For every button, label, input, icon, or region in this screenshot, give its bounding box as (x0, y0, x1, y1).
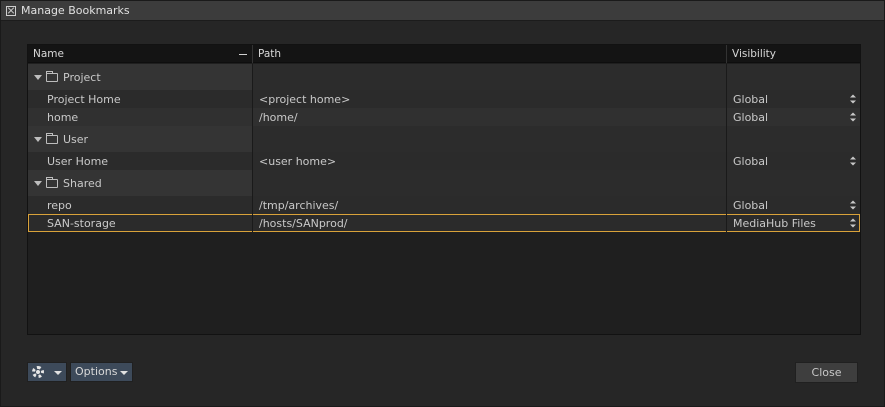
collapse-all-icon[interactable] (239, 54, 247, 55)
window-title: Manage Bookmarks (21, 4, 130, 17)
folder-icon (46, 132, 58, 144)
bookmark-path[interactable]: <user home> (253, 152, 727, 170)
group-label: Shared (63, 176, 102, 190)
expand-triangle-icon[interactable] (34, 74, 42, 80)
visibility-select[interactable]: Global (727, 108, 860, 126)
column-header-path[interactable]: Path (253, 45, 727, 63)
bookmark-row-user-home[interactable]: User Home <user home> Global (28, 152, 860, 170)
visibility-select[interactable]: Global (727, 196, 860, 214)
bookmark-path[interactable]: /hosts/SANprod/ (253, 214, 727, 232)
window-close-icon[interactable] (6, 5, 16, 16)
bookmark-row-project-home[interactable]: Project Home <project home> Global (28, 90, 860, 108)
bookmark-path[interactable]: <project home> (253, 90, 727, 108)
bookmark-path[interactable]: /tmp/archives/ (253, 196, 727, 214)
spinner-arrows-icon (850, 94, 856, 104)
settings-menu-button[interactable] (27, 362, 67, 382)
spinner-arrows-icon (850, 112, 856, 122)
close-button[interactable]: Close (795, 362, 858, 383)
column-header-name[interactable]: Name (28, 45, 253, 63)
visibility-select[interactable]: Global (727, 152, 860, 170)
bookmark-name: SAN-storage (28, 214, 253, 232)
group-label: User (63, 132, 89, 146)
spinner-arrows-icon (850, 200, 856, 210)
folder-icon (46, 176, 58, 188)
bookmark-name: home (28, 108, 253, 126)
bookmark-row-repo[interactable]: repo /tmp/archives/ Global (28, 196, 860, 214)
expand-triangle-icon[interactable] (34, 136, 42, 142)
options-menu-button[interactable]: Options (70, 362, 133, 382)
spinner-arrows-icon (850, 218, 856, 228)
group-label: Project (63, 70, 101, 84)
group-row-project[interactable]: Project (28, 64, 860, 90)
bookmark-name: Project Home (28, 90, 253, 108)
bookmark-name: User Home (28, 152, 253, 170)
expand-triangle-icon[interactable] (34, 180, 42, 186)
bookmark-path[interactable]: /home/ (253, 108, 727, 126)
chevron-down-icon (120, 371, 128, 375)
table-header: Name Path Visibility (28, 45, 860, 63)
bookmarks-table: Name Path Visibility Project Project Hom… (27, 44, 861, 335)
chevron-down-icon (54, 371, 62, 375)
column-header-visibility[interactable]: Visibility (727, 45, 860, 63)
group-row-shared[interactable]: Shared (28, 170, 860, 196)
visibility-select[interactable]: Global (727, 90, 860, 108)
folder-icon (46, 70, 58, 82)
bookmark-row-san-storage[interactable]: SAN-storage /hosts/SANprod/ MediaHub Fil… (28, 214, 860, 232)
bookmark-row-home[interactable]: home /home/ Global (28, 108, 860, 126)
spinner-arrows-icon (850, 156, 856, 166)
gear-icon (32, 366, 44, 378)
title-bar: Manage Bookmarks (1, 1, 884, 21)
group-row-user[interactable]: User (28, 126, 860, 152)
manage-bookmarks-window: Manage Bookmarks Name Path Visibility Pr… (0, 0, 885, 407)
visibility-select[interactable]: MediaHub Files (727, 214, 860, 232)
bookmark-name: repo (28, 196, 253, 214)
